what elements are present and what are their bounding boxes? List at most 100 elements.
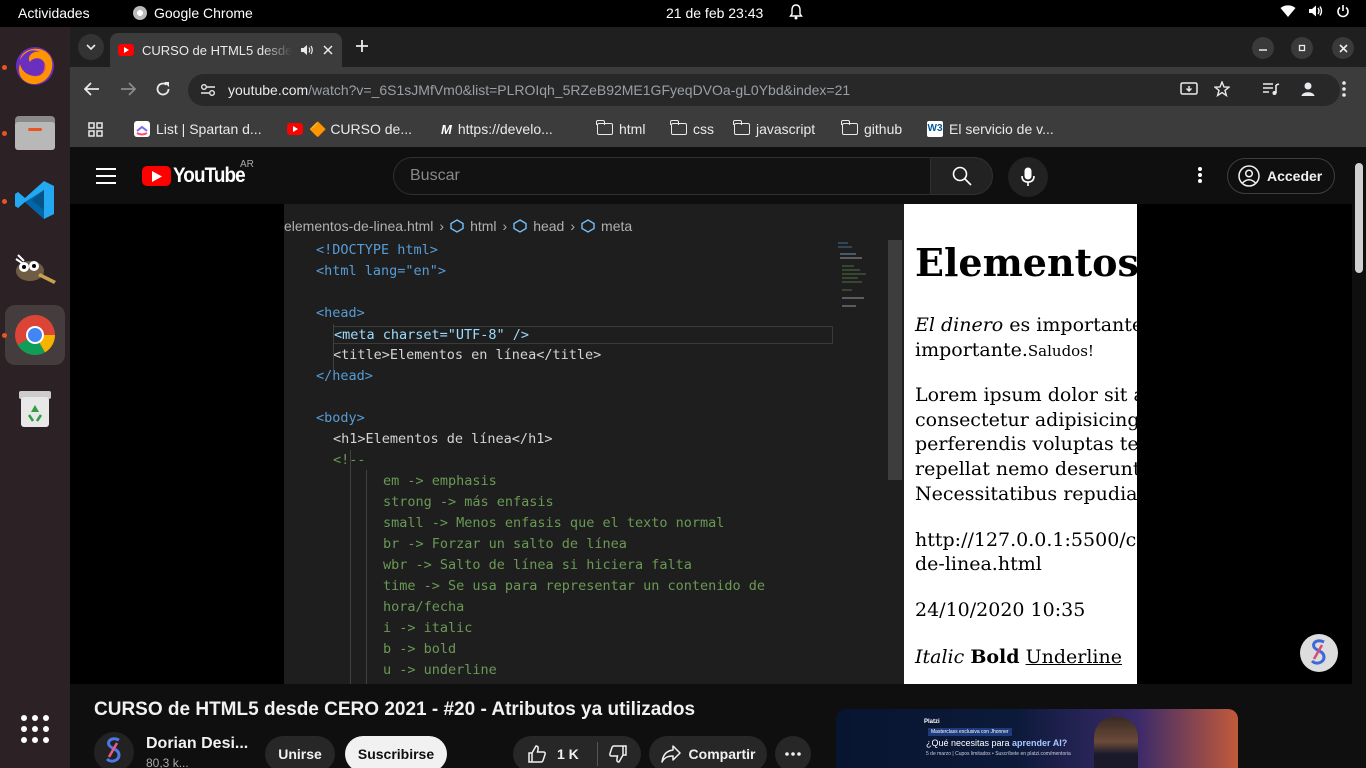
preview-small: Saludos! — [1027, 342, 1094, 360]
thumbs-down-icon[interactable] — [608, 744, 628, 764]
running-indicator — [2, 199, 7, 204]
close-tab-icon[interactable] — [322, 44, 334, 56]
voice-search-button[interactable] — [1008, 157, 1048, 197]
gimp-dock-item[interactable] — [5, 237, 65, 297]
video-title: CURSO de HTML5 desde CERO 2021 - #20 - A… — [94, 699, 696, 720]
element-icon — [513, 219, 527, 233]
like-count[interactable]: 1 K — [557, 746, 579, 762]
join-button[interactable]: Unirse — [265, 736, 335, 768]
more-actions-button[interactable] — [775, 736, 811, 768]
url-host: youtube.com — [228, 82, 309, 98]
thumbs-up-icon[interactable] — [527, 744, 547, 764]
sign-in-label: Acceder — [1267, 168, 1323, 184]
firefox-dock-item[interactable] — [5, 35, 65, 95]
running-indicator — [2, 131, 7, 136]
microphone-icon — [1021, 167, 1035, 186]
url-path: /watch?v=_6S1sJMfVm0&list=PLROIqh_5RZeB9… — [308, 82, 851, 98]
code-line: <body> — [316, 410, 365, 426]
app-menu[interactable]: Google Chrome — [133, 5, 253, 21]
ad-presenter-image — [1094, 717, 1138, 768]
apps-grid-icon — [88, 121, 103, 137]
dock — [0, 27, 70, 768]
running-indicator — [2, 65, 7, 70]
preview-em: El dinero — [915, 314, 1004, 336]
search-input[interactable]: Buscar — [393, 157, 930, 195]
media-queue-icon — [1263, 83, 1280, 95]
browser-tab[interactable]: CURSO de HTML5 desde CERO 2021 - #20 - A… — [110, 33, 342, 67]
vscode-dock-item[interactable] — [5, 170, 65, 230]
notification-bell-icon[interactable] — [789, 4, 803, 20]
tab-strip: CURSO de HTML5 desde CERO 2021 - #20 - A… — [70, 27, 1366, 67]
youtube-logo[interactable]: YouTube AR — [142, 159, 254, 188]
app-menu-label: Google Chrome — [154, 5, 253, 21]
chrome-menu-button[interactable] — [1333, 78, 1355, 100]
new-tab-button[interactable] — [352, 37, 372, 57]
vscode-icon — [15, 181, 54, 219]
preview-lorem-line: Necessitatibus repudianda — [915, 483, 1137, 505]
install-app-button[interactable] — [1178, 78, 1200, 100]
code-line: <head> — [316, 305, 365, 321]
site-info-icon[interactable] — [200, 83, 216, 97]
page-scrollbar[interactable] — [1352, 147, 1366, 768]
code-line: <meta charset="UTF-8" /> — [333, 326, 833, 344]
bookmark-star-button[interactable] — [1211, 78, 1233, 100]
power-icon — [1337, 5, 1349, 18]
channel-name[interactable]: Dorian Desi... — [146, 735, 248, 753]
bookmark-folder[interactable]: html — [596, 119, 645, 139]
files-dock-item[interactable] — [5, 102, 65, 162]
youtube-icon — [287, 123, 303, 135]
tab-search-button[interactable] — [78, 34, 104, 60]
preview-heading: Elementos d — [915, 240, 1137, 285]
star-icon — [1214, 81, 1230, 97]
bookmark-item[interactable]: M https://develo... — [441, 119, 553, 139]
promo-banner[interactable]: Platzi Masterclass exclusiva con Jhonner… — [836, 709, 1238, 768]
bookmark-item[interactable]: W3 El servicio de v... — [927, 119, 1054, 139]
subscribe-button[interactable]: Suscribirse — [345, 736, 447, 768]
audio-playing-icon[interactable] — [300, 44, 314, 56]
bookmark-label: List | Spartan d... — [156, 121, 262, 137]
trash-dock-item[interactable] — [5, 377, 65, 437]
trash-icon — [19, 391, 51, 427]
share-button[interactable]: Compartir — [649, 736, 767, 768]
media-control-button[interactable] — [1260, 78, 1282, 100]
guide-menu-button[interactable] — [96, 168, 116, 184]
channel-watermark[interactable] — [1300, 634, 1338, 672]
files-icon — [15, 116, 55, 150]
show-apps-button[interactable] — [5, 699, 65, 759]
bookmark-label: github — [864, 121, 903, 137]
element-icon — [450, 219, 464, 233]
region-code: AR — [240, 159, 254, 170]
profile-button[interactable] — [1297, 78, 1319, 100]
address-bar[interactable]: youtube.com/watch?v=_6S1sJMfVm0&list=PLR… — [188, 74, 1340, 106]
system-status-area[interactable] — [1280, 4, 1350, 18]
code-line: small -> Menos enfasis que el texto norm… — [383, 515, 725, 531]
bookmark-item[interactable]: List | Spartan d... — [134, 119, 262, 139]
channel-avatar[interactable] — [94, 732, 134, 768]
bookmark-label: El servicio de v... — [949, 121, 1054, 137]
bookmark-folder[interactable]: css — [670, 119, 714, 139]
chrome-dock-item[interactable] — [5, 305, 65, 365]
sign-in-button[interactable]: Acceder — [1227, 158, 1335, 194]
back-button[interactable] — [81, 78, 103, 100]
bookmark-item[interactable]: 🔶 CURSO de... — [287, 119, 412, 139]
bookmark-folder[interactable]: javascript — [733, 119, 815, 139]
settings-menu-button[interactable] — [1190, 165, 1210, 185]
wifi-icon — [1280, 5, 1296, 17]
youtube-play-icon — [142, 166, 171, 186]
apps-shortcut[interactable] — [88, 119, 103, 139]
reload-button[interactable] — [152, 78, 174, 100]
code-line: u -> underline — [383, 662, 497, 678]
bookmark-folder[interactable]: github — [841, 119, 903, 139]
close-icon — [1338, 43, 1348, 53]
forward-button[interactable] — [117, 78, 139, 100]
activities-button[interactable]: Actividades — [18, 5, 90, 21]
video-frame-browser-preview: Elementos d El dinero es importante pe i… — [904, 204, 1137, 684]
minimize-button[interactable] — [1252, 37, 1274, 59]
ad-headline: ¿Qué necesitas para aprender AI? — [926, 738, 1068, 748]
clock[interactable]: 21 de feb 23:43 — [666, 5, 763, 21]
search-button[interactable] — [930, 157, 993, 195]
volume-icon — [1309, 5, 1323, 17]
close-window-button[interactable] — [1332, 37, 1354, 59]
maximize-button[interactable] — [1291, 37, 1313, 59]
video-player[interactable]: elementos-de-linea.html › html › head › … — [70, 204, 1352, 684]
